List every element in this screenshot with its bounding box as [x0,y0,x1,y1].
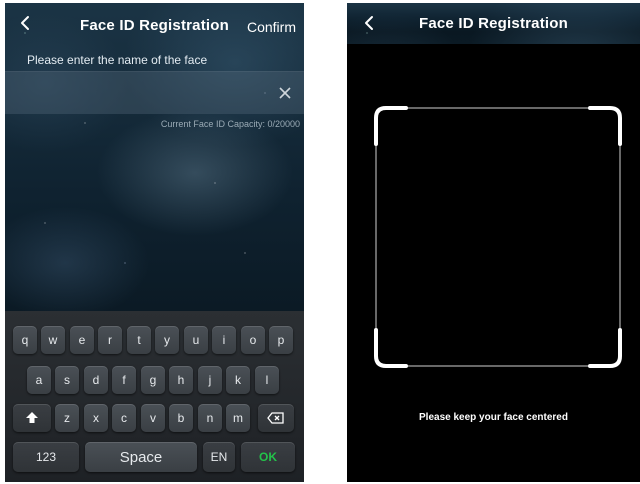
on-screen-keyboard: q w e r t y u i o p a s d f g h j k l z … [5,311,304,482]
backspace-key[interactable] [258,404,294,432]
name-field [5,71,304,114]
face-scan-screen: Face ID Registration Please keep your fa… [347,3,640,482]
key-t[interactable]: t [127,326,151,354]
clear-icon[interactable] [278,86,292,100]
frame-corner-top-left [374,106,408,146]
key-c[interactable]: c [112,404,136,432]
header: Face ID Registration Confirm [5,3,304,47]
shift-key[interactable] [13,404,51,432]
face-hint: Please keep your face centered [419,412,568,423]
key-w[interactable]: w [41,326,65,354]
face-frame [374,106,622,368]
back-icon[interactable] [361,14,379,32]
key-v[interactable]: v [141,404,165,432]
key-z[interactable]: z [55,404,79,432]
frame-corner-bottom-right [588,328,622,368]
key-s[interactable]: s [55,366,79,394]
key-b[interactable]: b [169,404,193,432]
header: Face ID Registration [347,3,640,44]
key-e[interactable]: e [70,326,94,354]
key-p[interactable]: p [269,326,293,354]
header-bar: Face ID Registration [347,3,640,44]
key-g[interactable]: g [141,366,165,394]
numbers-key[interactable]: 123 [13,442,79,472]
shift-icon [26,412,38,423]
key-f[interactable]: f [112,366,136,394]
page-title: Face ID Registration [418,15,569,32]
frame-corner-top-right [588,106,622,146]
key-h[interactable]: h [169,366,193,394]
backspace-icon [267,412,284,424]
back-icon[interactable] [17,14,35,32]
key-a[interactable]: a [27,366,51,394]
language-key[interactable]: EN [203,442,235,472]
space-key[interactable]: Space [85,442,197,472]
key-y[interactable]: y [155,326,179,354]
key-x[interactable]: x [84,404,108,432]
key-d[interactable]: d [84,366,108,394]
key-i[interactable]: i [212,326,236,354]
key-q[interactable]: q [13,326,37,354]
face-name-input[interactable] [19,82,264,106]
key-k[interactable]: k [226,366,250,394]
frame-corner-bottom-left [374,328,408,368]
key-u[interactable]: u [184,326,208,354]
key-r[interactable]: r [98,326,122,354]
name-entry-screen: Face ID Registration Confirm Please ente… [5,3,304,482]
key-l[interactable]: l [255,366,279,394]
key-n[interactable]: n [198,404,222,432]
confirm-button[interactable]: Confirm [247,19,296,35]
capacity-text: Current Face ID Capacity: 0/20000 [160,119,300,129]
key-o[interactable]: o [241,326,265,354]
name-prompt: Please enter the name of the face [27,53,208,67]
page-title: Face ID Registration [79,16,230,34]
ok-key[interactable]: OK [241,442,295,472]
key-m[interactable]: m [226,404,250,432]
key-j[interactable]: j [198,366,222,394]
